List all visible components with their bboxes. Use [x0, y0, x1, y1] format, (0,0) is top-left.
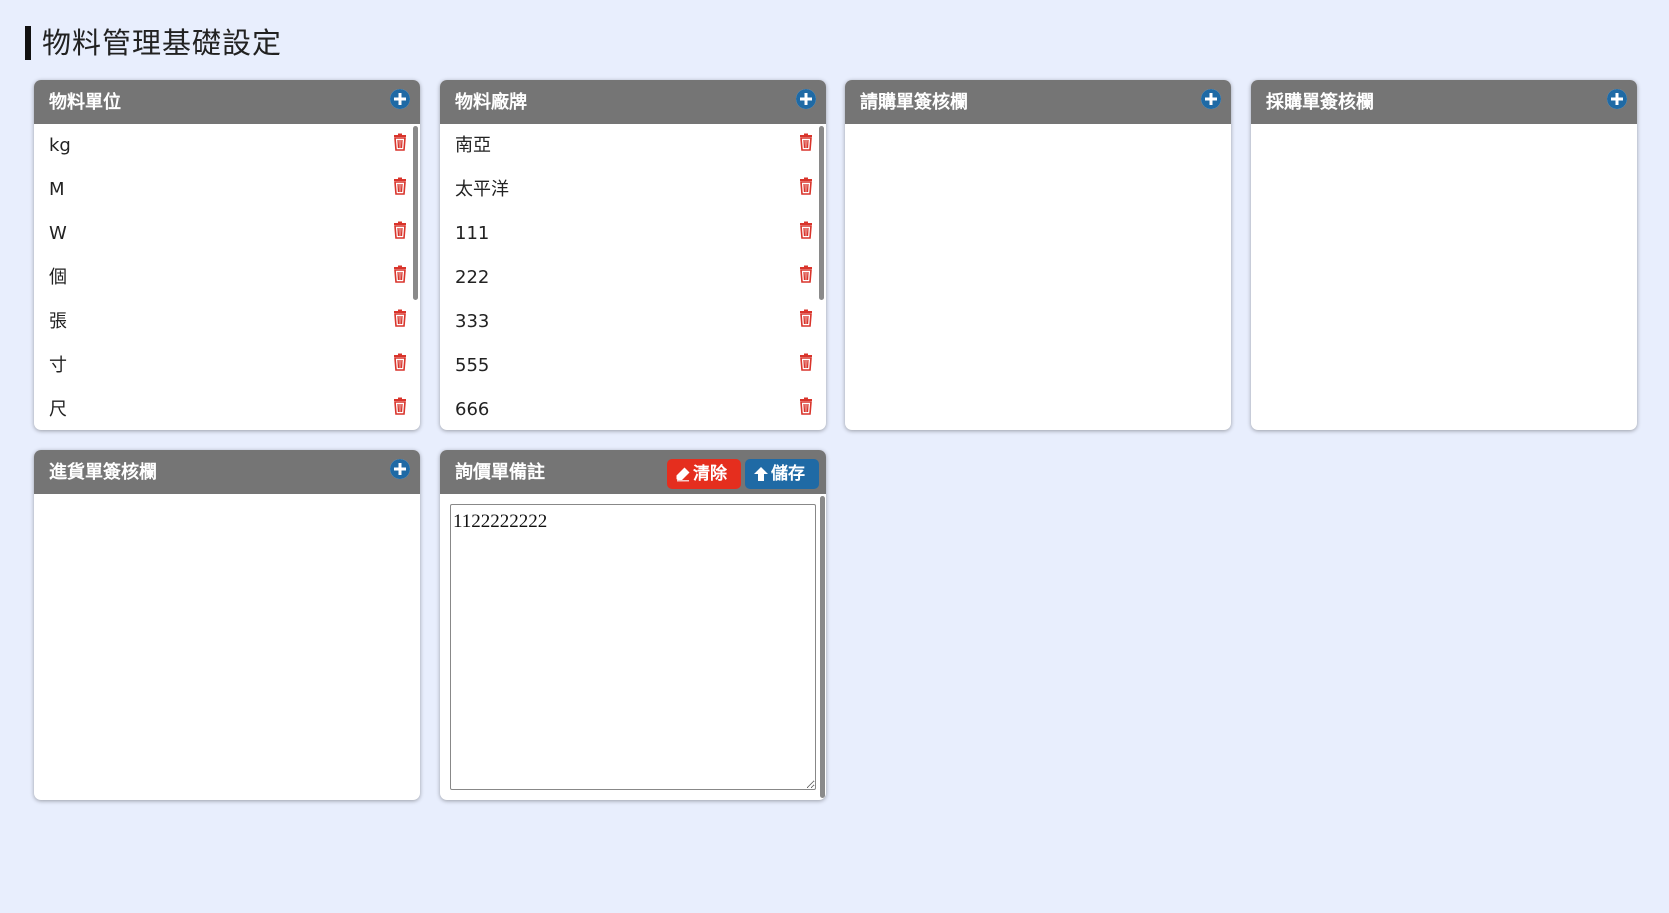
add-purchase-signoff-button[interactable] [1607, 89, 1627, 109]
add-unit-button[interactable] [390, 89, 410, 109]
plus-circle-icon [1201, 89, 1221, 109]
inquiry-note-card: 詢價單備註 清除 儲存 [440, 450, 826, 800]
brand-item-label: 555 [455, 355, 490, 376]
page: 物料管理基礎設定 物料單位 kg M W 個張寸尺 物料廠牌 南亞太平洋 111 222 3… [0, 0, 1669, 913]
card-body [34, 494, 420, 800]
page-title: 物料管理基礎設定 [25, 26, 282, 60]
clear-button[interactable]: 清除 [667, 459, 741, 489]
brand-list-item: 111 [440, 212, 826, 256]
trash-icon[interactable] [393, 353, 407, 371]
trash-icon[interactable] [799, 177, 813, 195]
unit-list-item: M [34, 168, 420, 212]
upload-arrow-icon [754, 467, 768, 481]
trash-icon[interactable] [393, 133, 407, 151]
card-header: 詢價單備註 清除 儲存 [440, 450, 826, 494]
card-body [845, 124, 1231, 430]
brand-item-label: 111 [455, 223, 490, 244]
scrollbar-thumb[interactable] [819, 126, 824, 300]
scrollbar[interactable] [819, 126, 824, 428]
unit-list-item: 尺 [34, 388, 420, 430]
trash-icon[interactable] [393, 221, 407, 239]
unit-list-item: kg [34, 124, 420, 168]
unit-item-label: 張 [49, 311, 67, 332]
add-receiving-signoff-button[interactable] [390, 459, 410, 479]
brands-card: 物料廠牌 南亞太平洋 111 222 333 555 666 [440, 80, 826, 430]
unit-list-item: 寸 [34, 344, 420, 388]
card-body: 南亞太平洋 111 222 333 555 666 [440, 124, 826, 430]
brand-item-label: 666 [455, 399, 490, 420]
trash-icon[interactable] [393, 265, 407, 283]
card-body [440, 494, 826, 800]
scrollbar-thumb[interactable] [413, 126, 418, 300]
purchase-signoff-card: 採購單簽核欄 [1251, 80, 1637, 430]
brand-list-item: 555 [440, 344, 826, 388]
clear-button-label: 清除 [693, 464, 727, 484]
save-button-label: 儲存 [771, 464, 805, 484]
plus-circle-icon [390, 459, 410, 479]
unit-item-label: 個 [49, 267, 67, 288]
brand-item-label: 太平洋 [455, 179, 509, 200]
inquiry-note-textarea[interactable] [450, 504, 816, 790]
unit-list-item: 張 [34, 300, 420, 344]
brand-list-item: 南亞 [440, 124, 826, 168]
unit-list-item: W [34, 212, 420, 256]
card-title: 請購單簽核欄 [860, 92, 968, 113]
trash-icon[interactable] [393, 309, 407, 327]
unit-list-item: 個 [34, 256, 420, 300]
unit-list: kg M W 個張寸尺 [34, 124, 420, 430]
units-card: 物料單位 kg M W 個張寸尺 [34, 80, 420, 430]
card-title: 進貨單簽核欄 [49, 462, 157, 483]
card-body: kg M W 個張寸尺 [34, 124, 420, 430]
unit-item-label: M [49, 179, 65, 200]
card-header: 物料廠牌 [440, 80, 826, 124]
card-body [1251, 124, 1637, 430]
plus-circle-icon [796, 89, 816, 109]
brand-list-item: 太平洋 [440, 168, 826, 212]
save-button[interactable]: 儲存 [745, 459, 819, 489]
trash-icon[interactable] [799, 397, 813, 415]
unit-item-label: kg [49, 135, 71, 156]
plus-circle-icon [390, 89, 410, 109]
trash-icon[interactable] [393, 177, 407, 195]
brand-list-item: 666 [440, 388, 826, 430]
requisition-signoff-card: 請購單簽核欄 [845, 80, 1231, 430]
card-header: 物料單位 [34, 80, 420, 124]
card-title: 物料單位 [49, 92, 121, 113]
add-brand-button[interactable] [796, 89, 816, 109]
brand-list-item: 333 [440, 300, 826, 344]
trash-icon[interactable] [799, 309, 813, 327]
plus-circle-icon [1607, 89, 1627, 109]
brand-list-item: 222 [440, 256, 826, 300]
card-title: 採購單簽核欄 [1266, 92, 1374, 113]
trash-icon[interactable] [799, 133, 813, 151]
card-header: 進貨單簽核欄 [34, 450, 420, 494]
trash-icon[interactable] [799, 265, 813, 283]
unit-item-label: 尺 [49, 399, 67, 420]
scrollbar[interactable] [820, 496, 825, 798]
card-header: 請購單簽核欄 [845, 80, 1231, 124]
brand-item-label: 南亞 [455, 135, 491, 156]
card-header: 採購單簽核欄 [1251, 80, 1637, 124]
card-title: 詢價單備註 [455, 462, 545, 483]
unit-item-label: 寸 [49, 355, 67, 376]
brand-list: 南亞太平洋 111 222 333 555 666 [440, 124, 826, 430]
brand-item-label: 222 [455, 267, 490, 288]
add-requisition-signoff-button[interactable] [1201, 89, 1221, 109]
trash-icon[interactable] [393, 397, 407, 415]
receiving-signoff-card: 進貨單簽核欄 [34, 450, 420, 800]
scrollbar[interactable] [413, 126, 418, 428]
trash-icon[interactable] [799, 353, 813, 371]
brand-item-label: 333 [455, 311, 490, 332]
eraser-icon [676, 467, 690, 482]
card-title: 物料廠牌 [455, 92, 527, 113]
trash-icon[interactable] [799, 221, 813, 239]
unit-item-label: W [49, 223, 67, 244]
